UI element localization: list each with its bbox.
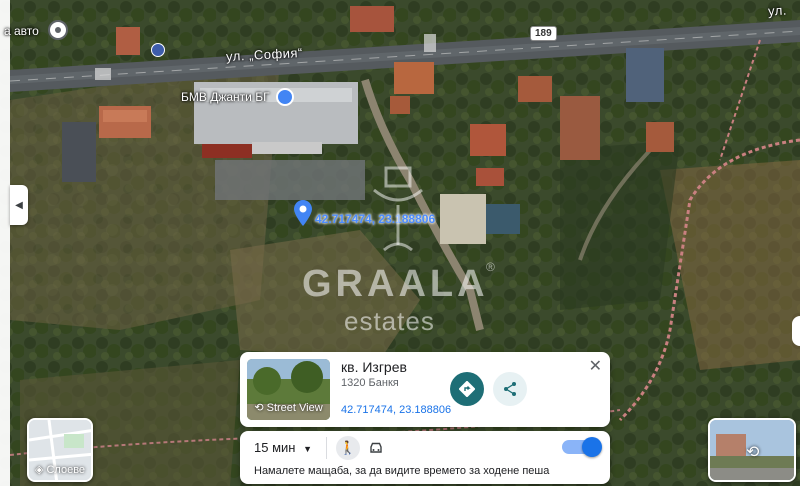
walking-icon: 🚶	[339, 440, 357, 455]
close-icon[interactable]: ✕	[589, 356, 602, 376]
poi-label-shop[interactable]: БМВ Джанти БГ	[181, 90, 270, 104]
travel-time-dropdown[interactable]: 15 мин ▼	[254, 440, 312, 455]
car-icon	[370, 442, 382, 453]
layers-label: ◈ Слоеве	[34, 464, 86, 476]
layers-button[interactable]: ◈ Слоеве	[27, 418, 93, 482]
right-edge-button[interactable]	[792, 316, 800, 346]
collapse-panel-button[interactable]: ◀	[10, 185, 28, 225]
divider	[326, 437, 327, 459]
poi-pin-icon[interactable]	[48, 20, 68, 40]
shopping-bag-icon[interactable]	[276, 88, 294, 106]
place-title: кв. Изгрев	[341, 359, 407, 375]
street-view-thumbnail[interactable]: ⟲ Street View	[247, 359, 330, 420]
toggle-knob	[582, 437, 602, 457]
chevron-down-icon: ▼	[303, 444, 312, 454]
walking-time-toggle[interactable]	[562, 437, 602, 457]
walking-mode-button[interactable]: 🚶	[336, 436, 360, 460]
directions-icon	[459, 381, 475, 397]
layers-icon: ◈	[34, 464, 44, 476]
route-bar: 15 мин ▼ 🚶 Намалете мащаба, за да видите…	[240, 431, 610, 484]
zoom-hint: Намалете мащаба, за да видите времето за…	[254, 465, 550, 477]
location-pin-icon[interactable]	[294, 200, 312, 231]
left-panel-edge	[0, 0, 10, 486]
bus-stop-icon[interactable]	[151, 43, 165, 57]
road-number-badge: 189	[530, 26, 557, 41]
street-view-preview[interactable]: ⟲	[708, 418, 796, 482]
street-view-icon: ⟲	[254, 402, 264, 414]
street-view-rotate-icon: ⟲	[746, 444, 760, 461]
street-view-label: ⟲ Street View	[254, 402, 323, 414]
place-subtitle: 1320 Банкя	[341, 377, 399, 389]
place-coords[interactable]: 42.717474, 23.188806	[341, 404, 451, 416]
street-label-top-right: ул.	[767, 2, 788, 19]
place-card[interactable]: ⟲ Street View кв. Изгрев 1320 Банкя 42.7…	[240, 352, 610, 427]
directions-button[interactable]	[450, 372, 484, 406]
share-button[interactable]	[493, 372, 527, 406]
driving-mode-button[interactable]	[364, 436, 388, 460]
pin-coords-label: 42.717474, 23.188806	[315, 212, 436, 226]
poi-label-auto[interactable]: а авто	[4, 24, 39, 38]
share-icon	[504, 382, 516, 396]
chevron-left-icon: ◀	[15, 199, 23, 211]
